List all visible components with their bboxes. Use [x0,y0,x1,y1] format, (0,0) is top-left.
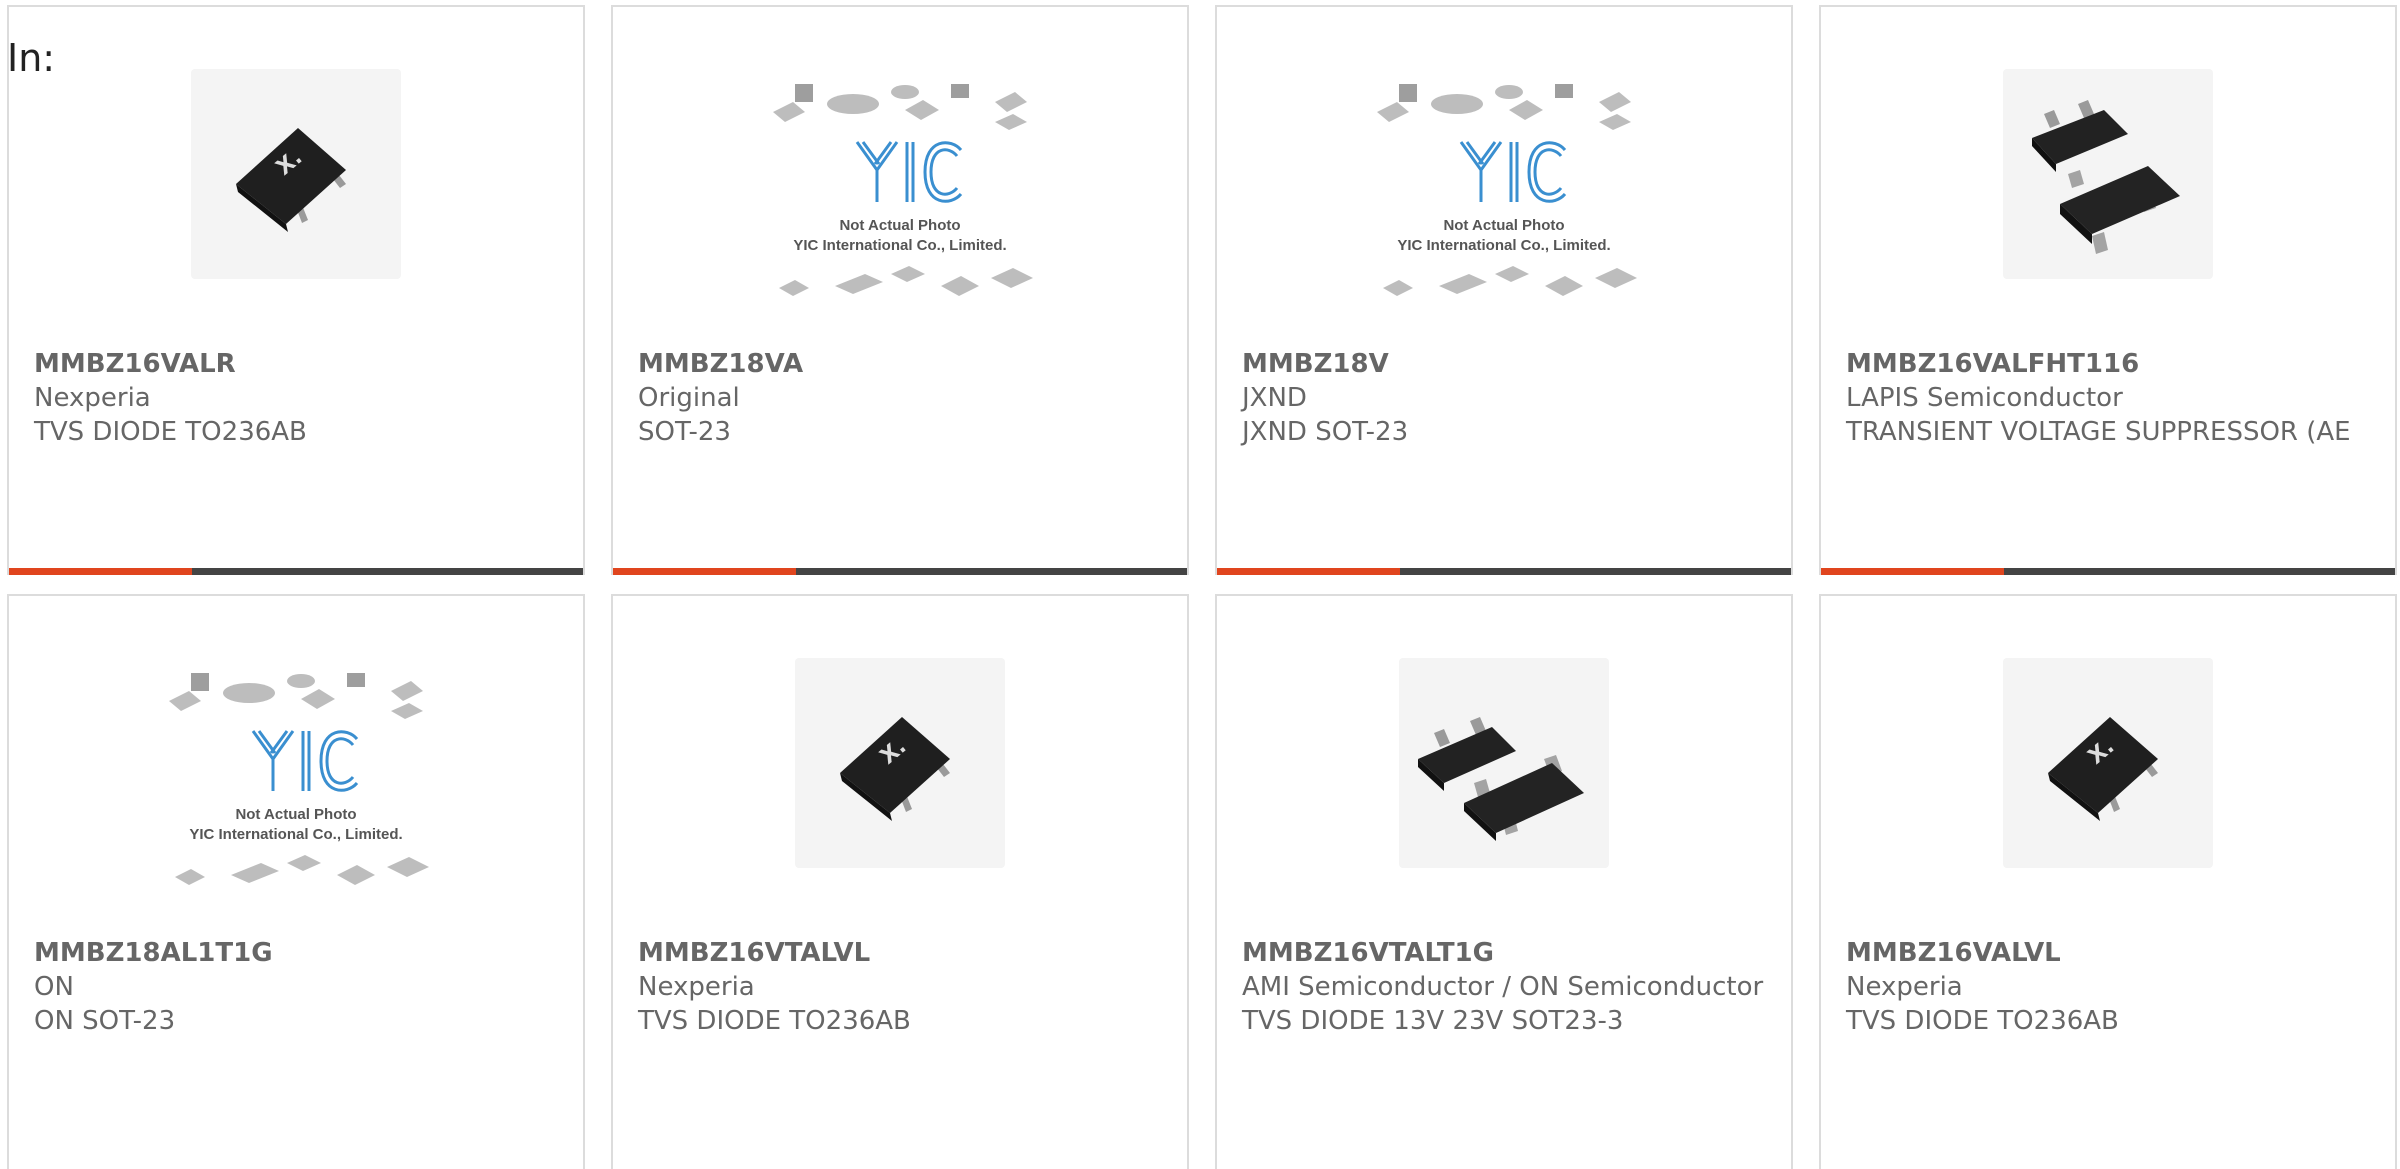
description: ON SOT-23 [34,1006,176,1036]
yic-placeholder-icon: Not Actual Photo YIC International Co., … [765,84,1035,307]
yic-placeholder-icon: Not Actual Photo YIC International Co., … [1369,84,1639,307]
svg-text:YIC International Co., Limited: YIC International Co., Limited. [793,237,1006,254]
description: TVS DIODE TO236AB [1846,1006,2119,1036]
description: TVS DIODE TO236AB [638,1006,911,1036]
manufacturer: Nexperia [638,972,755,1002]
part-number[interactable]: MMBZ16VALR [34,347,563,381]
product-card[interactable]: X. MMBZ16VALVL Nexperia TVS DIODE TO236A… [1819,594,2397,1169]
description: TVS DIODE TO236AB [34,417,307,447]
product-card[interactable]: X. MMBZ16VTALVL Nexperia TVS DIODE TO236… [611,594,1189,1169]
product-card[interactable]: Not Actual Photo YIC International Co., … [7,594,585,1169]
manufacturer: JXND [1242,383,1307,413]
description: TVS DIODE 13V 23V SOT23-3 [1242,1006,1624,1036]
part-number[interactable]: MMBZ16VALFHT116 [1846,347,2375,381]
manufacturer: ON [34,972,74,1002]
part-number[interactable]: MMBZ18V [1242,347,1771,381]
part-number[interactable]: MMBZ18VA [638,347,1167,381]
part-number[interactable]: MMBZ16VTALVL [638,936,1167,970]
product-card[interactable]: Not Actual Photo YIC International Co., … [1215,5,1793,575]
card-accent-bar [9,568,583,575]
description: TRANSIENT VOLTAGE SUPPRESSOR (AE [1846,417,2351,447]
product-card[interactable]: Not Actual Photo YIC International Co., … [611,5,1189,575]
sot23-pair-chip-icon [1399,658,1609,868]
product-card[interactable]: MMBZ16VTALT1G AMI Semiconductor / ON Sem… [1215,594,1793,1169]
card-accent-bar [1821,568,2395,575]
product-grid: X. MMBZ16VALR Nexperia TVS DIODE TO236AB [0,0,2400,1169]
card-accent-bar [613,568,1187,575]
part-number[interactable]: MMBZ18AL1T1G [34,936,563,970]
description: JXND SOT-23 [1242,417,1409,447]
sot23-nexperia-chip-icon: X. [795,658,1005,868]
svg-text:YIC International Co., Limited: YIC International Co., Limited. [1397,237,1610,254]
svg-text:Not Actual Photo: Not Actual Photo [839,217,960,234]
sot23-pair-chip-icon [2003,69,2213,279]
yic-placeholder-icon: Not Actual Photo YIC International Co., … [161,673,431,896]
part-number[interactable]: MMBZ16VTALT1G [1242,936,1771,970]
part-number[interactable]: MMBZ16VALVL [1846,936,2375,970]
svg-text:YIC International Co., Limited: YIC International Co., Limited. [189,826,402,843]
svg-text:Not Actual Photo: Not Actual Photo [235,806,356,823]
manufacturer: AMI Semiconductor / ON Semiconductor [1242,972,1764,1002]
manufacturer: Nexperia [1846,972,1963,1002]
product-card[interactable]: X. MMBZ16VALR Nexperia TVS DIODE TO236AB [7,5,585,575]
product-card[interactable]: MMBZ16VALFHT116 LAPIS Semiconductor TRAN… [1819,5,2397,575]
manufacturer: Nexperia [34,383,151,413]
sot23-nexperia-chip-icon: X. [2003,658,2213,868]
in-label: In: [7,36,56,80]
description: SOT-23 [638,417,731,447]
sot23-nexperia-chip-icon: X. [191,69,401,279]
card-accent-bar [1217,568,1791,575]
svg-text:Not Actual Photo: Not Actual Photo [1443,217,1564,234]
manufacturer: Original [638,383,740,413]
manufacturer: LAPIS Semiconductor [1846,383,2123,413]
